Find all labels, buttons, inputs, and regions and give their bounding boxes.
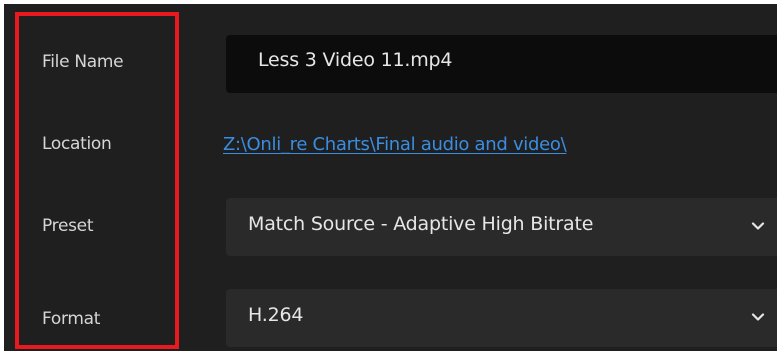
bottom-border: [0, 351, 777, 357]
export-settings-panel: File Name Less 3 Video 11.mp4 Location Z…: [0, 0, 777, 357]
chevron-down-icon: [751, 313, 765, 321]
left-border: [0, 0, 4, 357]
preset-dropdown[interactable]: Match Source - Adaptive High Bitrate: [226, 198, 777, 256]
location-label: Location: [42, 134, 112, 154]
preset-label: Preset: [42, 216, 94, 236]
format-selected-value: H.264: [248, 304, 304, 326]
file-name-label: File Name: [42, 52, 124, 72]
top-border: [0, 0, 777, 4]
format-dropdown[interactable]: H.264: [226, 289, 777, 347]
file-name-input[interactable]: Less 3 Video 11.mp4: [226, 35, 777, 93]
file-name-value: Less 3 Video 11.mp4: [258, 49, 453, 71]
preset-selected-value: Match Source - Adaptive High Bitrate: [248, 213, 594, 235]
format-label: Format: [42, 309, 101, 329]
location-link[interactable]: Z:\Onli_re Charts\Final audio and video\: [223, 134, 567, 155]
chevron-down-icon: [751, 222, 765, 230]
